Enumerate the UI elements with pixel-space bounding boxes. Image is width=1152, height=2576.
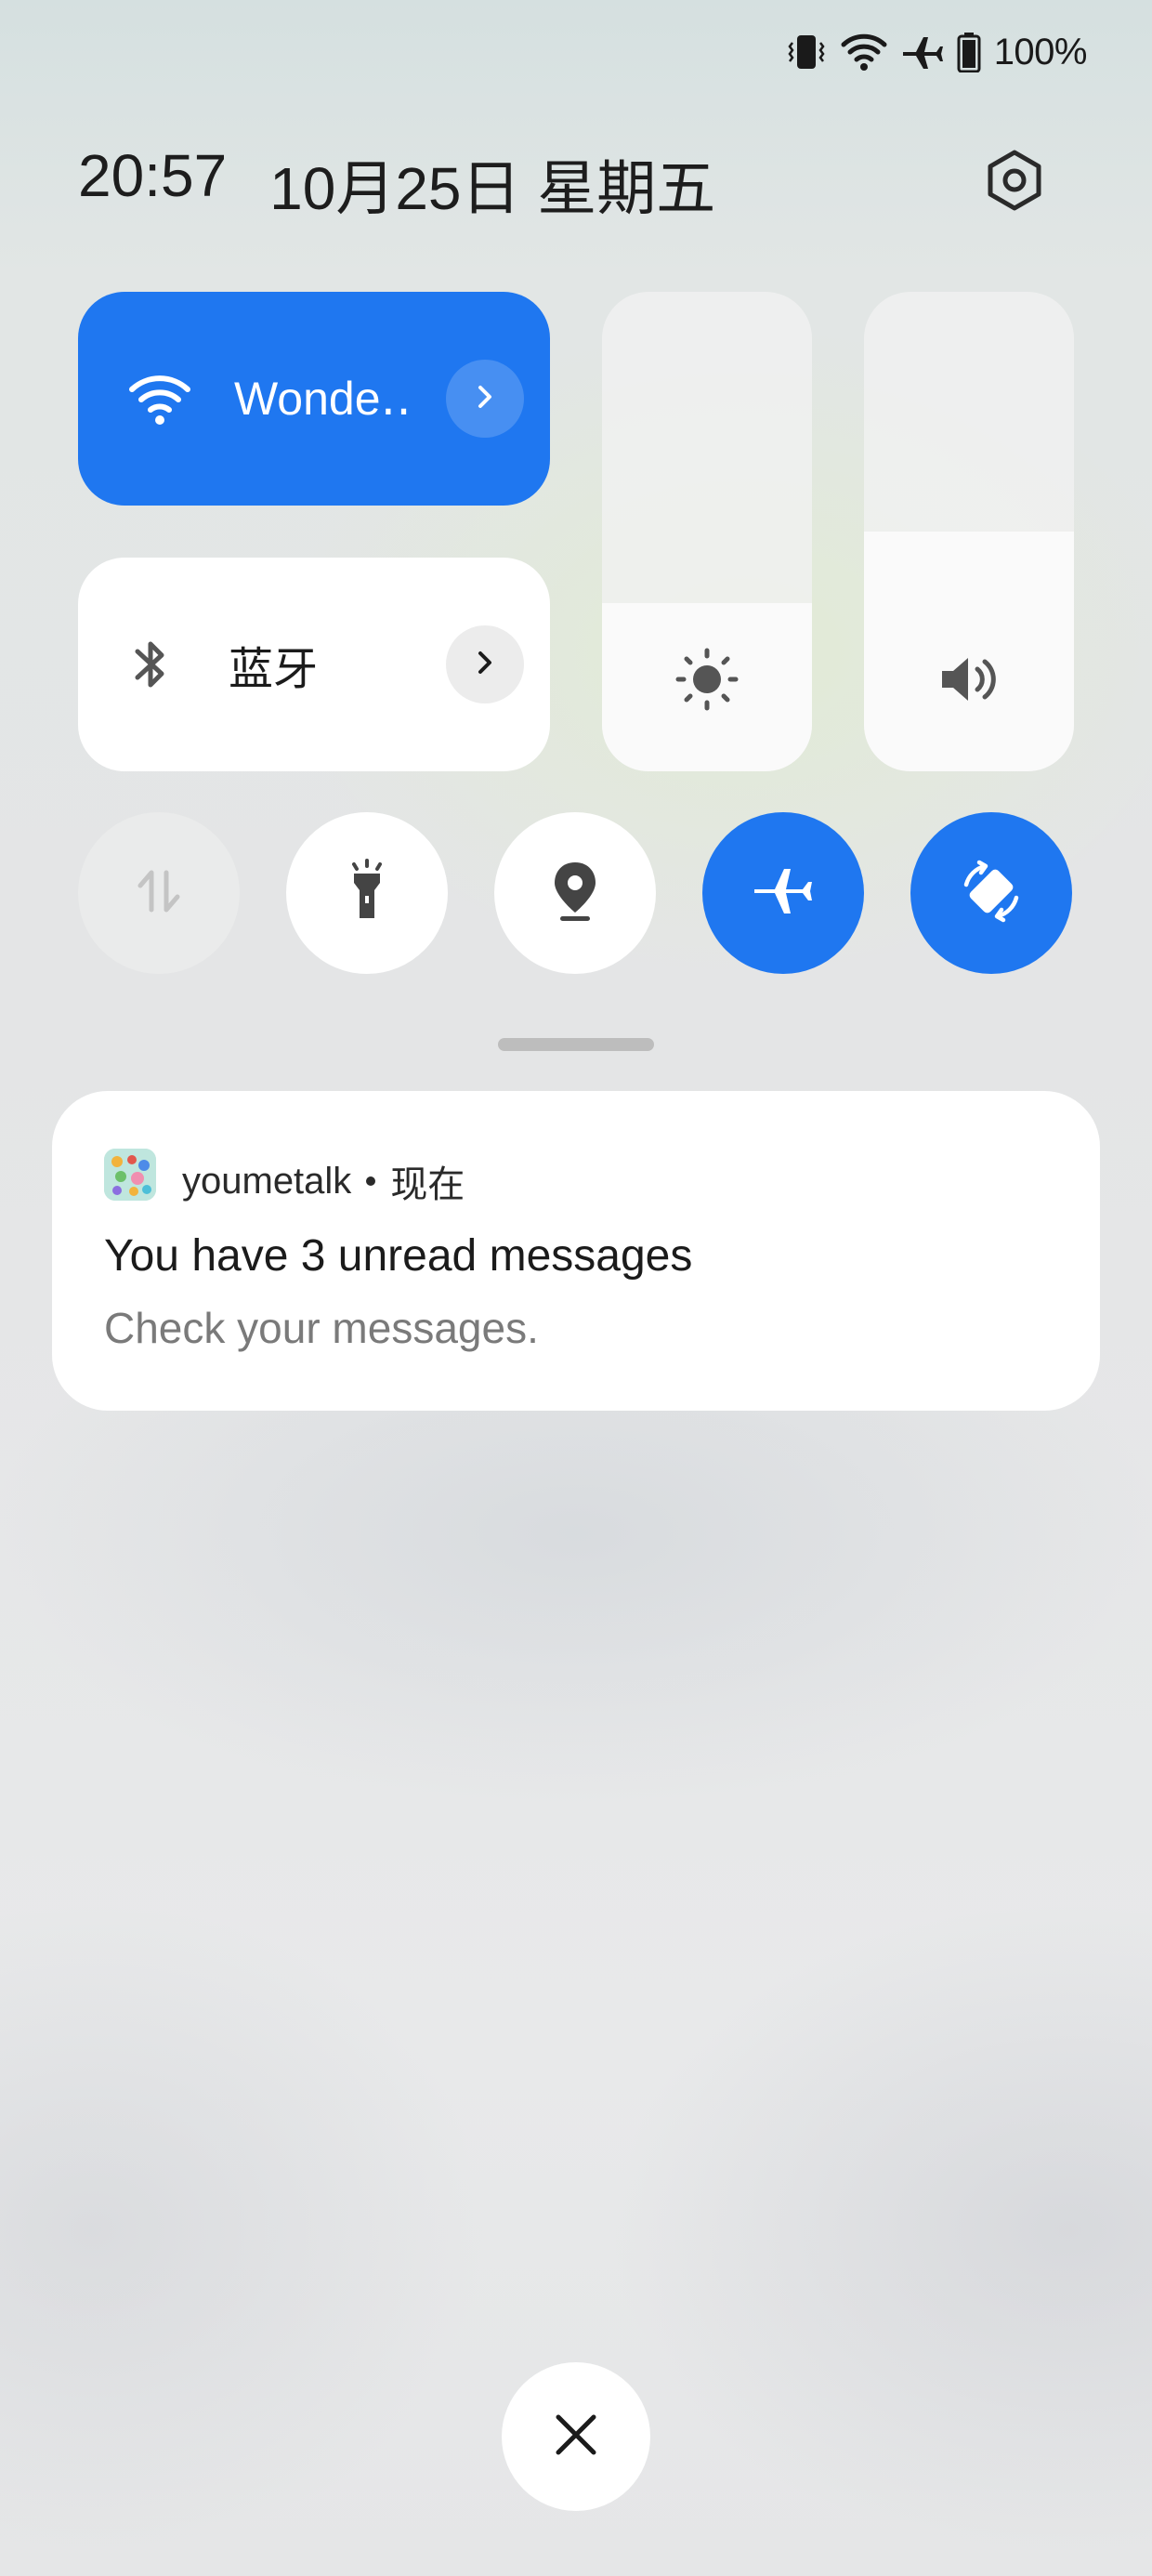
wifi-details-button[interactable] xyxy=(446,360,524,438)
notification-app-name: youmetalk xyxy=(182,1160,352,1202)
flashlight-icon xyxy=(339,858,395,928)
mobile-data-icon xyxy=(131,863,187,924)
notification-header: youmetalk 现在 xyxy=(182,1154,465,1208)
mobile-data-toggle[interactable] xyxy=(78,812,240,974)
bluetooth-label: 蓝牙 xyxy=(229,645,319,694)
clock-time: 20:57 xyxy=(78,142,228,209)
auto-rotate-toggle[interactable] xyxy=(910,812,1072,974)
wifi-network-label: Wonde‥ xyxy=(234,373,412,425)
notification-title: You have 3 unread messages xyxy=(104,1231,693,1281)
vibrate-icon xyxy=(786,32,827,72)
settings-button[interactable] xyxy=(979,147,1050,217)
date-label: 10月25日 星期五 xyxy=(269,155,716,222)
status-bar: 100% xyxy=(786,26,1088,78)
chevron-right-icon xyxy=(471,383,499,415)
separator-dot xyxy=(366,1176,376,1186)
flashlight-toggle[interactable] xyxy=(286,812,448,974)
location-icon xyxy=(547,859,603,928)
header-datetime: 20:57 10月25日 星期五 xyxy=(78,141,715,227)
close-button[interactable] xyxy=(502,2362,650,2511)
battery-icon xyxy=(957,32,981,72)
location-toggle[interactable] xyxy=(494,812,656,974)
volume-slider[interactable] xyxy=(864,292,1074,771)
battery-percentage: 100% xyxy=(993,31,1088,72)
close-icon xyxy=(551,2410,601,2464)
bluetooth-details-button[interactable] xyxy=(446,625,524,703)
volume-icon xyxy=(936,647,1001,712)
notification-body: Check your messages. xyxy=(104,1304,539,1352)
drag-handle[interactable] xyxy=(498,1038,654,1051)
wifi-icon xyxy=(128,371,191,427)
notification-card[interactable]: youmetalk 现在 You have 3 unread messages … xyxy=(52,1091,1100,1411)
auto-rotate-icon xyxy=(957,857,1026,930)
youmetalk-app-icon xyxy=(104,1149,156,1201)
wifi-icon xyxy=(840,32,888,72)
brightness-icon xyxy=(674,647,740,712)
brightness-slider[interactable] xyxy=(602,292,812,771)
airplane-icon xyxy=(751,863,816,924)
settings-hex-icon xyxy=(983,149,1046,217)
airplane-icon xyxy=(901,32,944,72)
chevron-right-icon xyxy=(471,649,499,681)
notification-time: 现在 xyxy=(390,1164,465,1205)
bluetooth-icon xyxy=(128,635,173,694)
airplane-mode-toggle[interactable] xyxy=(702,812,864,974)
wifi-tile[interactable]: Wonde‥ xyxy=(78,292,550,506)
bluetooth-tile[interactable]: 蓝牙 xyxy=(78,558,550,771)
